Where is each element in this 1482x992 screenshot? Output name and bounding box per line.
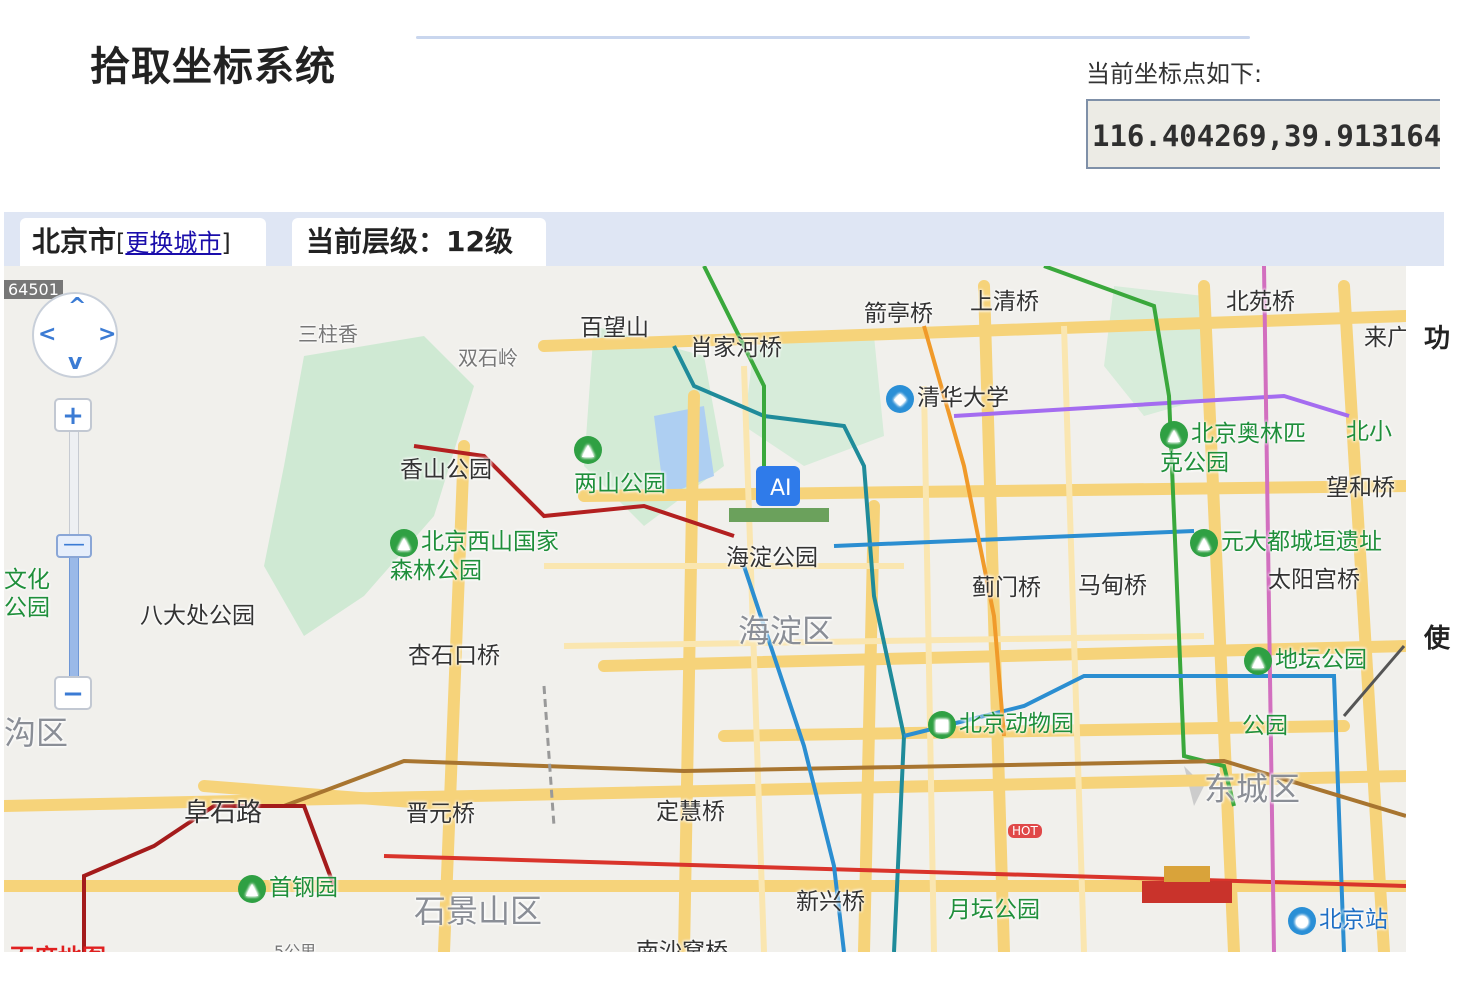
western-hills-area [264, 336, 474, 636]
place-label: 上清桥 [970, 289, 1039, 315]
place-label: ▲ 首钢园 [238, 868, 338, 903]
hot-badge: HOT [1008, 824, 1042, 838]
park-icon: ▲ [574, 436, 602, 464]
zoom-slider-handle[interactable]: — [56, 534, 92, 558]
scale-label: 5公里 [274, 942, 317, 952]
place-label: 海淀公园 [726, 545, 818, 571]
side-text: 使 [1424, 624, 1451, 654]
map-tab-bar: 北京市[更换城市] 当前层级：12级 [4, 212, 1444, 266]
district-label: 东城区 [1204, 770, 1301, 808]
park-icon: ▲ [1160, 420, 1188, 449]
zoom-out-button[interactable]: − [54, 676, 92, 710]
place-label: 香山公园 [400, 457, 492, 483]
place-label: ▲ 两山公园 [574, 436, 666, 498]
place-label: ▲ 北京西山国家森林公园 [390, 528, 559, 584]
zoom-slider-fill [69, 548, 79, 690]
park-icon: ▲ [1244, 646, 1272, 675]
place-label: 太阳宫桥 [1268, 567, 1360, 593]
place-label: ◆ 清华大学 [886, 378, 1009, 413]
zoo-icon: ■ [928, 710, 956, 739]
place-label: 新兴桥 [796, 889, 865, 915]
place-label: 公园 [1242, 713, 1288, 739]
place-label: 南沙窝桥 [636, 939, 728, 952]
map-canvas[interactable]: 64501 三柱香 百望山 双石岭 肖家河桥 箭亭桥 上清桥 北苑桥 来广 ◆ 清… [4, 266, 1406, 952]
place-label: ▲ 地坛公园 [1244, 640, 1367, 675]
place-label: 晋元桥 [406, 801, 475, 827]
zoom-in-button[interactable]: + [54, 398, 92, 432]
pan-control[interactable]: ^ < > v [32, 292, 118, 378]
coord-value-field[interactable]: 116.404269,39.913164 [1086, 99, 1440, 169]
place-label: 月坛公园 [948, 897, 1040, 923]
ai-badge[interactable]: AI [770, 476, 792, 501]
tiananmen-icon [1142, 881, 1232, 903]
district-label: 石景山区 [414, 892, 543, 930]
park-icon: ▲ [1190, 528, 1218, 557]
place-label: 北小 [1346, 419, 1392, 445]
pan-right-icon[interactable]: > [98, 324, 116, 346]
university-icon: ◆ [886, 384, 914, 413]
place-label: 马甸桥 [1078, 573, 1147, 599]
place-label: 箭亭桥 [864, 301, 933, 327]
bracket-open: [ [116, 229, 126, 257]
place-label: 阜石路 [184, 798, 263, 828]
pan-up-icon[interactable]: ^ [68, 296, 86, 318]
coord-label: 当前坐标点如下: [1086, 60, 1263, 88]
place-label: 杏石口桥 [408, 643, 500, 669]
place-label: ▲ 元大都城垣遗址 [1190, 522, 1382, 557]
change-city-link[interactable]: 更换城市 [125, 229, 221, 257]
side-text: 功 [1424, 324, 1451, 354]
place-label: ■ 北京动物园 [928, 704, 1074, 739]
place-label: ● 北京站 [1288, 900, 1388, 935]
place-label: 三柱香 [298, 322, 358, 346]
bracket-close: ] [221, 229, 231, 257]
search-input[interactable] [416, 36, 1250, 39]
place-label: 双石岭 [458, 346, 518, 370]
place-label: 蓟门桥 [972, 575, 1041, 601]
park-icon: ▲ [390, 528, 418, 557]
place-label: 文化公园 [4, 567, 50, 621]
place-label: 望和桥 [1326, 475, 1395, 501]
district-label: 沟区 [4, 714, 69, 752]
olympic-area [1104, 286, 1214, 416]
baidu-map-logo[interactable]: 百度地图 [10, 938, 106, 952]
place-label: 来广 [1364, 325, 1406, 351]
place-label: 百望山 [580, 315, 649, 341]
pan-left-icon[interactable]: < [38, 324, 56, 346]
place-label: 八大处公园 [140, 603, 255, 629]
place-label: 肖家河桥 [690, 335, 782, 361]
page-title: 拾取坐标系统 [90, 44, 336, 90]
tab-city[interactable]: 北京市[更换城市] [20, 218, 266, 266]
station-icon: ● [1288, 906, 1316, 935]
place-label: ▲ 北京奥林匹克公园 [1160, 420, 1306, 476]
city-name: 北京市 [32, 225, 117, 258]
place-label: 定慧桥 [656, 799, 725, 825]
tab-zoom-level[interactable]: 当前层级：12级 [292, 218, 546, 266]
park-icon: ▲ [238, 874, 266, 903]
place-label: 北苑桥 [1226, 289, 1295, 315]
district-label: 海淀区 [738, 612, 835, 650]
pan-down-icon[interactable]: v [68, 352, 82, 374]
